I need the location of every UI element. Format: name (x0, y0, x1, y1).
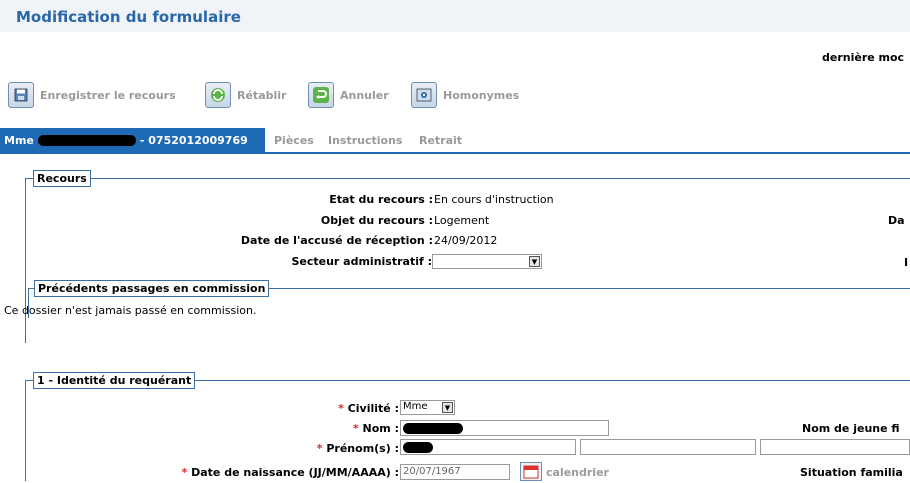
save-button[interactable]: Enregistrer le recours (8, 80, 176, 110)
objet-label: Objet du recours : (320, 214, 433, 227)
redacted-firstname (403, 442, 433, 453)
reset-button[interactable]: Rétablir (205, 80, 286, 110)
eye-icon (411, 82, 437, 108)
tab-pieces[interactable]: Pièces (274, 128, 314, 152)
required-mark: * (316, 442, 323, 455)
secteur-label: Secteur administratif : (291, 255, 432, 268)
save-icon (8, 82, 34, 108)
recours-fieldset-left (25, 178, 26, 343)
tab-requerant[interactable]: Mme - 0752012009769 (0, 128, 265, 152)
naissance-label: * Date de naissance (JJ/MM/AAAA) : (181, 466, 399, 479)
tab-retrait[interactable]: Retrait (419, 128, 462, 152)
prenom-label-text: Prénom(s) : (326, 442, 399, 455)
required-mark: * (338, 402, 344, 415)
prenom-label: * Prénom(s) : (317, 442, 399, 455)
date-accuse-label: Date de l'accusé de réception : (240, 234, 433, 247)
recours-fieldset-top (25, 178, 910, 179)
etat-label: Etat du recours : (329, 193, 433, 206)
refresh-icon (205, 82, 231, 108)
precedents-text: Ce dossier n'est jamais passé en commiss… (4, 304, 257, 317)
cancel-button[interactable]: Annuler (308, 80, 389, 110)
tab-bar: Mme - 0752012009769 Pièces Instructions … (0, 128, 910, 152)
objet-value: Logement (434, 214, 490, 227)
civilite-select[interactable]: Mme ▼ (400, 400, 455, 415)
undo-icon (308, 82, 334, 108)
nom-label-text: Nom : (362, 422, 399, 435)
civilite-label: * Civilité : (338, 402, 399, 415)
nom-jeune-fille-label: Nom de jeune fi (802, 422, 900, 435)
homonyms-button-label: Homonymes (443, 88, 520, 102)
prenom-input-1[interactable] (400, 439, 576, 455)
title-bar: Modification du formulaire (0, 0, 910, 32)
page-title: Modification du formulaire (16, 8, 241, 26)
tab-file-number: - 0752012009769 (139, 133, 248, 147)
recours-legend: Recours (33, 170, 91, 187)
calendar-icon[interactable] (520, 462, 542, 481)
last-modified-label: dernière moc (822, 51, 905, 64)
right-label-da: Da (888, 214, 905, 227)
homonyms-button[interactable]: Homonymes (411, 80, 519, 110)
prenom-input-2[interactable] (580, 439, 756, 455)
required-mark: * (352, 422, 359, 435)
right-label-i: I (904, 256, 909, 269)
cancel-button-label: Annuler (340, 88, 389, 102)
chevron-down-icon: ▼ (529, 256, 540, 267)
required-mark: * (181, 466, 188, 479)
save-button-label: Enregistrer le recours (40, 88, 176, 102)
date-accuse-value: 24/09/2012 (434, 234, 498, 247)
situation-label: Situation familia (800, 466, 903, 479)
chevron-down-icon: ▼ (442, 402, 453, 413)
etat-value: En cours d'instruction (434, 193, 554, 206)
redacted-name (37, 134, 136, 146)
nom-input[interactable] (400, 420, 609, 436)
prenom-input-3[interactable] (760, 439, 910, 455)
tab-underline (0, 152, 910, 154)
civilite-label-text: Civilité : (347, 402, 399, 415)
redacted-name (403, 423, 463, 434)
secteur-select[interactable]: ▼ (432, 254, 542, 269)
calendrier-link[interactable]: calendrier (546, 466, 609, 479)
tab-civility: Mme (4, 133, 34, 147)
naissance-input[interactable]: 20/07/1967 (400, 464, 510, 480)
precedents-legend: Précédents passages en commission (34, 280, 270, 297)
civilite-select-value: Mme (403, 401, 428, 412)
nom-label: * Nom : (353, 422, 399, 435)
naissance-input-value: 20/07/1967 (403, 466, 461, 477)
identite-fieldset-left (25, 380, 26, 481)
tab-instructions[interactable]: Instructions (328, 128, 402, 152)
naissance-label-text: Date de naissance (JJ/MM/AAAA) : (191, 466, 399, 479)
reset-button-label: Rétablir (237, 88, 287, 102)
identite-legend: 1 - Identité du requérant (33, 372, 196, 389)
